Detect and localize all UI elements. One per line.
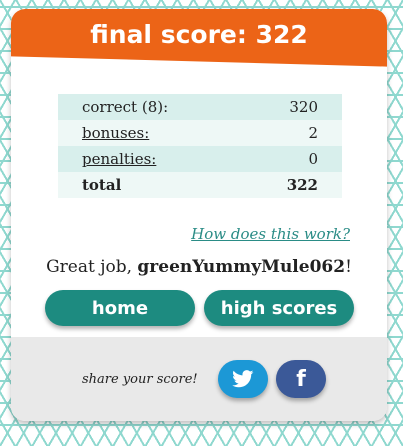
twitter-share-button[interactable] xyxy=(218,360,268,398)
score-table: correct (8): 320 bonuses: 2 penalties: 0… xyxy=(58,94,342,198)
penalties-link[interactable]: penalties: xyxy=(82,150,156,168)
table-row: penalties: 0 xyxy=(58,146,342,172)
table-row: bonuses: 2 xyxy=(58,120,342,146)
congrats-suffix: ! xyxy=(345,257,352,277)
total-label: total xyxy=(58,172,237,198)
table-row: total 322 xyxy=(58,172,342,198)
share-section: share your score! f xyxy=(11,337,387,421)
how-does-this-work-link[interactable]: How does this work? xyxy=(191,225,350,243)
facebook-share-button[interactable]: f xyxy=(276,360,326,398)
home-button[interactable]: home xyxy=(45,290,195,326)
bonuses-link[interactable]: bonuses: xyxy=(82,124,149,142)
share-label: share your score! xyxy=(82,372,198,387)
bonuses-value: 2 xyxy=(236,120,342,146)
twitter-icon xyxy=(232,370,254,388)
correct-label: correct (8): xyxy=(58,94,237,120)
score-card: final score: 322 correct (8): 320 bonuse… xyxy=(11,9,387,421)
table-row: correct (8): 320 xyxy=(58,94,342,120)
total-value: 322 xyxy=(236,172,342,198)
high-scores-button[interactable]: high scores xyxy=(204,290,354,326)
facebook-icon: f xyxy=(296,366,306,392)
congrats-prefix: Great job, xyxy=(46,257,138,277)
correct-value: 320 xyxy=(236,94,342,120)
penalties-value: 0 xyxy=(236,146,342,172)
final-score-title: final score: 322 xyxy=(90,20,308,49)
congrats-message: Great job, greenYummyMule062! xyxy=(11,257,387,277)
username: greenYummyMule062 xyxy=(137,257,346,277)
